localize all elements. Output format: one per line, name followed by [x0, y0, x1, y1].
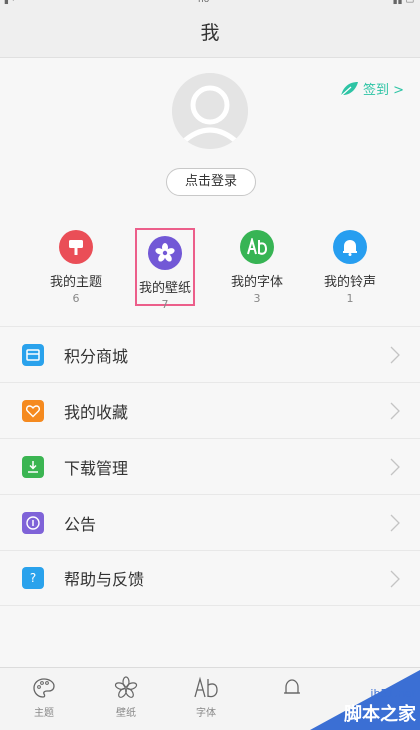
status-center: ho — [198, 0, 210, 5]
leaf-icon — [340, 81, 358, 96]
quick-link-ringtones[interactable]: 我的铃声 1 — [305, 222, 395, 318]
tab-label: 主题 — [34, 708, 54, 719]
chevron-right-icon — [390, 458, 400, 476]
menu-item-announcements[interactable]: 公告 — [0, 494, 420, 550]
bell-icon — [333, 230, 367, 264]
quick-link-count: 1 — [346, 292, 354, 305]
quick-link-label: 我的字体 — [230, 275, 283, 290]
font-icon — [240, 230, 274, 264]
info-icon — [22, 511, 44, 534]
menu-item-label: 公告 — [64, 514, 97, 534]
bell-outline-icon — [284, 679, 300, 694]
watermark-url: jb51.net — [370, 687, 416, 700]
quick-link-fonts[interactable]: 我的字体 3 — [212, 222, 302, 318]
heart-icon — [22, 399, 44, 422]
help-icon: ? — [22, 567, 44, 589]
palette-icon — [33, 678, 55, 698]
menu-item-label: 帮助与反馈 — [64, 570, 145, 589]
status-left: ▮ · — [4, 0, 15, 6]
menu-item-label: 积分商城 — [64, 346, 129, 366]
bottom-tab-bar: 主题 壁纸 字体 jb51.net 脚本之家 — [0, 667, 420, 730]
signin-link[interactable]: 签到 > — [339, 79, 404, 98]
menu-item-downloads[interactable]: 下载管理 — [0, 438, 420, 494]
quick-link-wallpapers[interactable]: 我的壁纸 7 — [135, 228, 195, 311]
quick-link-count: 7 — [161, 298, 169, 311]
avatar[interactable] — [172, 73, 248, 149]
flower-icon — [148, 236, 182, 270]
tab-label: 壁纸 — [116, 708, 136, 719]
chevron-right-icon — [390, 514, 400, 532]
quick-link-label: 我的主题 — [49, 275, 102, 290]
menu-list: 积分商城 我的收藏 下载管理 公告 ? 帮助与反馈 — [0, 326, 420, 606]
menu-item-favorites[interactable]: 我的收藏 — [0, 382, 420, 438]
page-title: 我 — [0, 8, 420, 58]
quick-link-themes[interactable]: 我的主题 6 — [31, 222, 121, 318]
menu-item-label: 下载管理 — [64, 458, 129, 478]
download-icon — [22, 455, 44, 478]
quick-link-count: 3 — [253, 292, 261, 305]
quick-links: 我的主题 6 我的壁纸 7 我的字体 3 我的铃声 1 — [0, 222, 420, 318]
tab-themes[interactable]: 主题 — [14, 676, 74, 719]
flower-outline-icon — [114, 676, 138, 698]
default-avatar-icon — [172, 73, 248, 149]
quick-link-label: 我的壁纸 — [138, 281, 191, 296]
quick-link-label: 我的铃声 — [323, 275, 376, 290]
quick-link-count: 6 — [72, 292, 80, 305]
signin-label: 签到 > — [362, 83, 404, 98]
chevron-right-icon — [390, 402, 400, 420]
menu-item-label: 我的收藏 — [64, 402, 129, 422]
store-icon — [22, 343, 44, 366]
chevron-right-icon — [390, 570, 400, 588]
chevron-right-icon — [390, 346, 400, 364]
status-bar: ▮ · ho ▮▮ ▭ — [0, 0, 420, 8]
menu-item-help-feedback[interactable]: ? 帮助与反馈 — [0, 550, 420, 606]
login-button[interactable]: 点击登录 — [166, 168, 256, 196]
watermark-text: 脚本之家 — [344, 704, 416, 725]
profile-section: 签到 > 点击登录 — [0, 59, 420, 209]
tab-wallpapers[interactable]: 壁纸 — [96, 676, 156, 719]
brush-icon — [59, 230, 93, 264]
watermark: jb51.net 脚本之家 — [310, 670, 420, 730]
font-outline-icon — [194, 676, 218, 698]
tab-label: 字体 — [196, 708, 216, 719]
tab-fonts[interactable]: 字体 — [176, 676, 236, 719]
status-right: ▮▮ ▭ — [392, 0, 414, 6]
menu-item-points-store[interactable]: 积分商城 — [0, 326, 420, 382]
